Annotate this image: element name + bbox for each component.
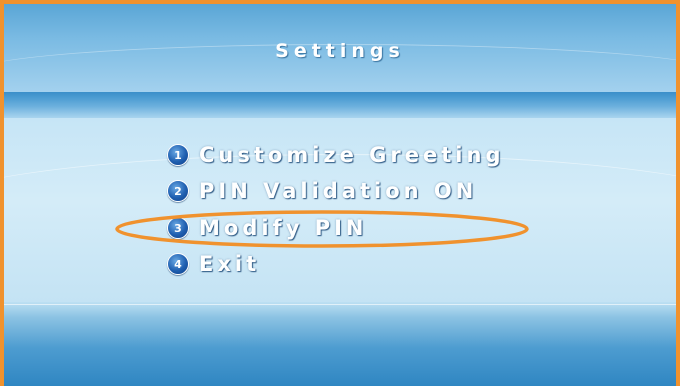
screen-frame: Settings 1 Customize Greeting 2 PIN Vali… xyxy=(0,0,680,386)
menu-item-label: Modify PIN xyxy=(199,216,368,240)
number-badge-icon: 3 xyxy=(167,217,189,239)
menu-item-pin-validation[interactable]: 2 PIN Validation ON xyxy=(167,176,477,206)
bottom-divider xyxy=(4,304,676,305)
number-badge-icon: 2 xyxy=(167,180,189,202)
divider-band xyxy=(4,92,676,118)
menu-item-modify-pin[interactable]: 3 Modify PIN xyxy=(167,213,367,243)
menu-item-label: PIN Validation ON xyxy=(199,179,478,203)
menu-item-exit[interactable]: 4 Exit xyxy=(167,249,260,279)
page-title: Settings xyxy=(275,40,405,62)
settings-screen: Settings 1 Customize Greeting 2 PIN Vali… xyxy=(4,4,676,386)
number-badge-icon: 1 xyxy=(167,144,189,166)
menu-item-customize-greeting[interactable]: 1 Customize Greeting xyxy=(167,140,504,170)
menu-item-label: Customize Greeting xyxy=(199,143,505,167)
menu-item-label: Exit xyxy=(199,252,261,276)
content-sheen xyxy=(4,154,676,265)
number-badge-icon: 4 xyxy=(167,253,189,275)
bottom-band xyxy=(4,302,676,386)
